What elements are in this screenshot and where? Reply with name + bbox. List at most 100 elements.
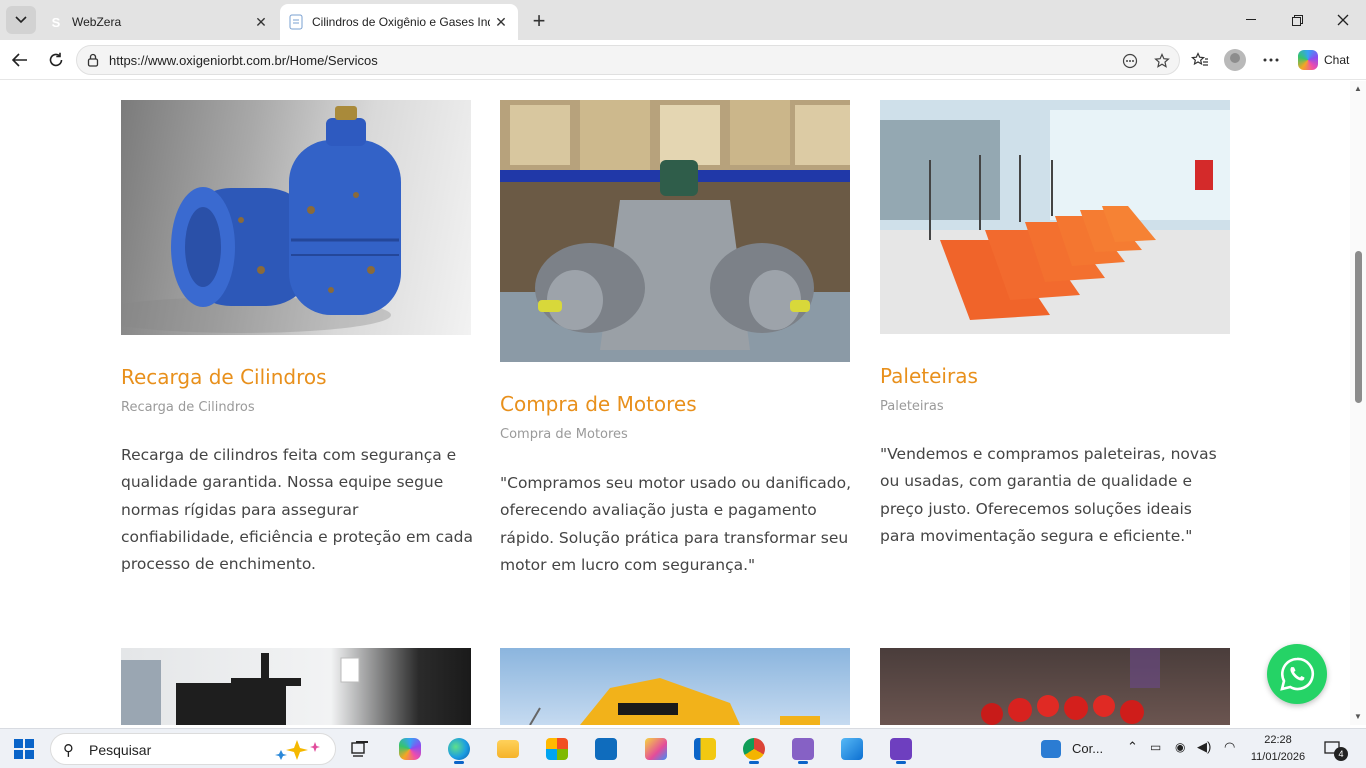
tab-cilindros[interactable]: Cilindros de Oxigênio e Gases Indu ✕ bbox=[280, 4, 518, 40]
close-icon bbox=[1337, 14, 1349, 26]
service-subtitle: Compra de Motores bbox=[500, 427, 628, 442]
task-view-button[interactable] bbox=[344, 734, 376, 764]
battery-icon[interactable]: ▭ bbox=[1150, 740, 1161, 754]
task-view-icon bbox=[351, 741, 368, 757]
service-subtitle: Paleteiras bbox=[880, 399, 944, 414]
restore-icon bbox=[1291, 14, 1303, 26]
volume-icon[interactable]: ◀) bbox=[1197, 739, 1211, 755]
taskbar-store[interactable] bbox=[541, 734, 573, 764]
address-bar[interactable]: https://www.oxigeniorbt.com.br/Home/Serv… bbox=[76, 45, 1180, 75]
service-description: Recarga de cilindros feita com segurança… bbox=[121, 446, 473, 574]
url-text[interactable]: https://www.oxigeniorbt.com.br/Home/Serv… bbox=[109, 53, 378, 68]
tab-title: WebZera bbox=[72, 15, 122, 29]
browser-toolbar: https://www.oxigeniorbt.com.br/Home/Serv… bbox=[0, 40, 1366, 80]
taskbar-edge[interactable] bbox=[443, 734, 475, 764]
browser-titlebar: S WebZera ✕ Cilindros de Oxigênio e Gase… bbox=[0, 0, 1366, 40]
excavator-image bbox=[500, 648, 850, 725]
webzera-favicon-icon: S bbox=[51, 14, 61, 30]
service-description: "Vendemos e compramos paleteiras, novas … bbox=[880, 445, 1217, 545]
wifi-icon[interactable]: ◠ bbox=[1224, 739, 1235, 755]
snipping-tool-icon bbox=[645, 738, 667, 760]
reload-icon bbox=[49, 52, 63, 67]
close-tab-icon[interactable]: ✕ bbox=[490, 11, 512, 33]
reload-button[interactable] bbox=[42, 46, 70, 74]
favorite-star-icon[interactable] bbox=[1151, 50, 1173, 72]
weather-icon bbox=[1041, 740, 1061, 758]
search-icon: ⚲ bbox=[63, 742, 74, 759]
page-scrollbar[interactable]: ▲ ▼ bbox=[1350, 81, 1366, 725]
taskbar-search[interactable]: ⚲ Pesquisar bbox=[50, 733, 336, 765]
minimize-icon bbox=[1246, 19, 1256, 20]
taskbar-snipping[interactable] bbox=[640, 734, 672, 764]
search-placeholder: Pesquisar bbox=[89, 742, 152, 758]
site-info-icon[interactable] bbox=[85, 52, 101, 68]
taskbar-chrome[interactable] bbox=[738, 734, 770, 764]
windows-taskbar: ⚲ Pesquisar Cor... ⌃ ▭ ◉ ◀) ◠ 22:28 11/0… bbox=[0, 728, 1366, 768]
system-clock[interactable]: 22:28 11/01/2026 bbox=[1248, 732, 1308, 766]
favorites-button[interactable] bbox=[1186, 46, 1214, 74]
back-button[interactable] bbox=[6, 46, 34, 74]
profile-avatar[interactable] bbox=[1224, 49, 1246, 71]
service-subtitle: Recarga de Cilindros bbox=[121, 400, 255, 415]
tray-chevron-up-icon[interactable]: ⌃ bbox=[1127, 739, 1138, 755]
minimize-button[interactable] bbox=[1228, 0, 1274, 40]
scroll-down-icon[interactable]: ▼ bbox=[1354, 712, 1362, 721]
cylinder-image bbox=[121, 100, 471, 335]
visual-studio-icon bbox=[890, 738, 912, 760]
restore-button[interactable] bbox=[1274, 0, 1320, 40]
clock-date: 11/01/2026 bbox=[1250, 751, 1306, 763]
copilot-icon bbox=[399, 738, 421, 760]
forklift-image bbox=[121, 648, 471, 725]
service-title: Compra de Motores bbox=[500, 392, 697, 416]
taskbar-power-bi[interactable] bbox=[689, 734, 721, 764]
new-tab-button[interactable]: + bbox=[526, 8, 552, 34]
visual-studio-icon bbox=[792, 738, 814, 760]
whatsapp-icon bbox=[1280, 657, 1315, 691]
windows-logo-icon bbox=[14, 739, 23, 748]
store-icon bbox=[546, 738, 568, 760]
start-button[interactable] bbox=[14, 739, 34, 759]
more-horizontal-icon bbox=[1263, 58, 1279, 62]
photos-icon bbox=[841, 738, 863, 760]
page-viewport: Recarga de Cilindros Recarga de Cilindro… bbox=[0, 81, 1366, 725]
taskbar-visual-studio-2[interactable] bbox=[885, 734, 917, 764]
scroll-up-icon[interactable]: ▲ bbox=[1354, 84, 1362, 93]
pallet-jacks-image bbox=[880, 100, 1230, 334]
edge-icon bbox=[448, 738, 470, 760]
power-bi-icon bbox=[694, 738, 716, 760]
page-favicon-icon bbox=[288, 14, 304, 30]
sparkle-icon bbox=[275, 740, 320, 760]
whatsapp-button[interactable] bbox=[1267, 644, 1327, 704]
scrollbar-thumb[interactable] bbox=[1355, 251, 1362, 403]
taskbar-copilot[interactable] bbox=[394, 734, 426, 764]
outlook-icon bbox=[595, 738, 617, 760]
read-aloud-icon[interactable] bbox=[1119, 50, 1141, 72]
tab-title: Cilindros de Oxigênio e Gases Indu bbox=[312, 15, 490, 29]
weather-widget[interactable] bbox=[1038, 734, 1064, 764]
motors-image bbox=[500, 100, 850, 362]
chat-label: Chat bbox=[1324, 53, 1350, 67]
service-title: Recarga de Cilindros bbox=[121, 365, 327, 389]
taskbar-visual-studio[interactable] bbox=[787, 734, 819, 764]
taskbar-file-explorer[interactable] bbox=[492, 734, 524, 764]
tab-actions-menu-button[interactable] bbox=[6, 6, 36, 34]
weather-text[interactable]: Cor... bbox=[1072, 741, 1103, 756]
close-tab-icon[interactable]: ✕ bbox=[250, 11, 272, 33]
settings-more-button[interactable] bbox=[1257, 46, 1285, 74]
notifications-button[interactable]: 4 bbox=[1318, 734, 1348, 764]
arrow-left-icon bbox=[12, 53, 27, 67]
taskbar-photos[interactable] bbox=[836, 734, 868, 764]
service-description: "Compramos seu motor usado ou danificado… bbox=[500, 474, 852, 574]
copilot-chat-button[interactable]: Chat bbox=[1292, 46, 1358, 74]
clock-time: 22:28 bbox=[1264, 734, 1292, 746]
notification-count: 4 bbox=[1334, 747, 1348, 761]
favorites-icon bbox=[1191, 52, 1208, 66]
chevron-down-icon bbox=[15, 16, 27, 24]
folder-icon bbox=[497, 740, 519, 758]
service-title: Paleteiras bbox=[880, 364, 978, 388]
camera-icon[interactable]: ◉ bbox=[1175, 740, 1185, 754]
taskbar-outlook[interactable] bbox=[590, 734, 622, 764]
close-window-button[interactable] bbox=[1320, 0, 1366, 40]
copilot-icon bbox=[1298, 50, 1318, 70]
tab-webzera[interactable]: S WebZera ✕ bbox=[40, 4, 278, 40]
